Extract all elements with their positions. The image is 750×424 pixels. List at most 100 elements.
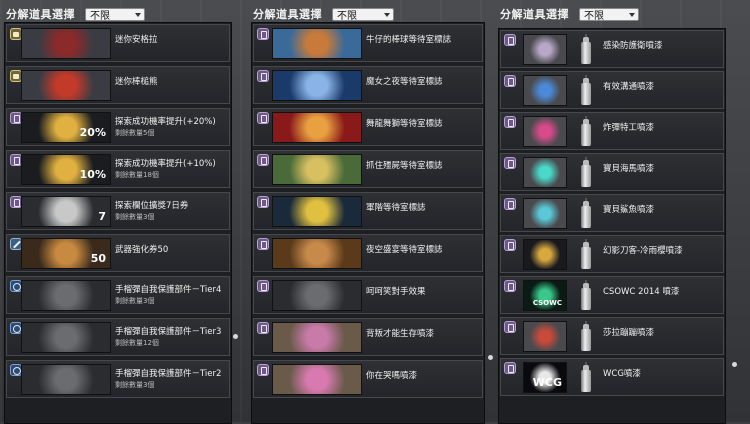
document-icon	[504, 321, 516, 333]
item-name: 手榴彈自我保護部件－Tier2	[115, 369, 222, 379]
item-name: 背叛才能生存噴漆	[366, 329, 435, 339]
scrollbar-thumb[interactable]	[233, 334, 238, 339]
list-item[interactable]: 舞龍舞獅等待室標誌	[253, 108, 483, 146]
document-icon	[504, 116, 516, 128]
document-icon	[257, 280, 269, 292]
list-item[interactable]: 迷你安格拉	[6, 24, 230, 62]
spray-can-icon	[579, 75, 593, 106]
list-item[interactable]: 幻影刀客-冷雨櫻噴漆	[500, 235, 724, 273]
item-name: CSOWC 2014 噴漆	[603, 287, 680, 297]
list-item[interactable]: WCG WCG噴漆	[500, 358, 724, 396]
spray-can-icon	[579, 116, 593, 147]
document-icon	[257, 238, 269, 250]
item-name: 迷你安格拉	[115, 35, 158, 45]
item-thumbnail	[21, 364, 111, 395]
panel-3: 分解道具選擇 不限 感染防護衛噴漆 有效溝通噴漆 炸彈特工噴漆 寶貝海馬噴漆 寶貝鯊魚噴…	[494, 0, 750, 424]
list-item[interactable]: 牛仔的棒球等待室標誌	[253, 24, 483, 62]
list-item[interactable]: 感染防護衛噴漆	[500, 30, 724, 68]
item-thumbnail: 7	[21, 196, 111, 227]
item-remaining-count: 剩餘數量3個	[115, 297, 155, 305]
panel-1: 分解道具選擇 不限 迷你安格拉 迷你棒槌熊 20% 探索成功機率提升(+20%) 剩餘數…	[0, 0, 245, 424]
list-item[interactable]: 莎拉蹦蹦噴漆	[500, 317, 724, 355]
item-thumbnail	[272, 28, 362, 59]
thumbnail-label: 7	[98, 210, 106, 223]
document-icon	[504, 198, 516, 210]
list-item[interactable]: 50 武器強化券50	[6, 234, 230, 272]
scrollbar-thumb[interactable]	[732, 362, 737, 367]
item-thumbnail	[272, 322, 362, 353]
item-name: 手榴彈自我保護部件－Tier4	[115, 285, 222, 295]
list-item[interactable]: 寶貝鯊魚噴漆	[500, 194, 724, 232]
filter-dropdown[interactable]: 不限	[85, 7, 145, 22]
spray-can-icon	[579, 239, 593, 270]
list-item[interactable]: 軍階等待室標誌	[253, 192, 483, 230]
spray-can-icon	[579, 321, 593, 352]
list-item[interactable]: 有效溝通噴漆	[500, 71, 724, 109]
item-name: 炸彈特工噴漆	[603, 123, 655, 133]
item-name: 牛仔的棒球等待室標誌	[366, 35, 452, 45]
filter-dropdown[interactable]: 不限	[332, 7, 394, 22]
list-item[interactable]: 手榴彈自我保護部件－Tier3 剩餘數量12個	[6, 318, 230, 356]
thumbnail-label: WCG	[532, 376, 562, 389]
scrollbar-thumb[interactable]	[488, 355, 493, 360]
thumbnail-label: CSOWC	[532, 299, 562, 307]
document-icon	[504, 280, 516, 292]
item-thumbnail	[21, 70, 111, 101]
spray-can-icon	[579, 34, 593, 65]
document-icon	[504, 362, 516, 374]
item-thumbnail	[272, 238, 362, 269]
item-name: 武器強化券50	[115, 245, 169, 255]
item-thumbnail	[21, 28, 111, 59]
list-item[interactable]: 夜空盛宴等待室標誌	[253, 234, 483, 272]
spray-can-icon	[579, 157, 593, 188]
list-item[interactable]: 手榴彈自我保護部件－Tier2 剩餘數量3個	[6, 360, 230, 398]
chevron-down-icon	[135, 12, 141, 17]
item-thumbnail	[272, 196, 362, 227]
item-name: 軍階等待室標誌	[366, 203, 426, 213]
list-item[interactable]: 炸彈特工噴漆	[500, 112, 724, 150]
item-list[interactable]: 感染防護衛噴漆 有效溝通噴漆炸彈特工噴漆寶貝海馬噴漆寶貝鯊魚噴漆幻影刀客-冷雨櫻噴…	[498, 28, 726, 424]
list-item[interactable]: 背叛才能生存噴漆	[253, 318, 483, 356]
filter-value: 不限	[337, 10, 357, 22]
item-list[interactable]: 牛仔的棒球等待室標誌 魔女之夜等待室標誌舞龍舞獅等待室標誌抓住殭屍等待室標誌 軍階等…	[251, 22, 485, 424]
item-thumbnail	[523, 75, 567, 106]
item-name: 你在哭嗎噴漆	[366, 371, 418, 381]
item-list[interactable]: 迷你安格拉 迷你棒槌熊 20% 探索成功機率提升(+20%) 剩餘數量5個 10% 探索成功…	[4, 22, 232, 424]
list-item[interactable]: 10% 探索成功機率提升(+10%) 剩餘數量18個	[6, 150, 230, 188]
list-item[interactable]: 寶貝海馬噴漆	[500, 153, 724, 191]
list-item[interactable]: CSOWC CSOWC 2014 噴漆	[500, 276, 724, 314]
document-icon	[257, 322, 269, 334]
filter-value: 不限	[90, 10, 110, 22]
thumbnail-label: 20%	[79, 126, 106, 139]
document-icon	[257, 28, 269, 40]
list-item[interactable]: 20% 探索成功機率提升(+20%) 剩餘數量5個	[6, 108, 230, 146]
item-name: 抓住殭屍等待室標誌	[366, 161, 443, 171]
item-thumbnail	[272, 70, 362, 101]
item-name: 幻影刀客-冷雨櫻噴漆	[603, 246, 683, 256]
item-thumbnail	[523, 198, 567, 229]
list-item[interactable]: 呵呵笑對手效果	[253, 276, 483, 314]
list-item[interactable]: 你在哭嗎噴漆	[253, 360, 483, 398]
list-item[interactable]: 抓住殭屍等待室標誌	[253, 150, 483, 188]
list-item[interactable]: 7 探索欄位擴獎7日券 剩餘數量3個	[6, 192, 230, 230]
spray-can-icon	[579, 280, 593, 311]
item-thumbnail: 50	[21, 238, 111, 269]
item-thumbnail: CSOWC	[523, 280, 567, 311]
filter-dropdown[interactable]: 不限	[579, 7, 639, 22]
item-thumbnail	[21, 280, 111, 311]
list-item[interactable]: 魔女之夜等待室標誌	[253, 66, 483, 104]
list-item[interactable]: 迷你棒槌熊	[6, 66, 230, 104]
item-name: 迷你棒槌熊	[115, 77, 158, 87]
item-name: 魔女之夜等待室標誌	[366, 77, 443, 87]
panel-title: 分解道具選擇	[253, 8, 322, 21]
item-name: 寶貝鯊魚噴漆	[603, 205, 655, 215]
chevron-down-icon	[629, 12, 635, 17]
item-thumbnail	[523, 34, 567, 65]
item-name: 探索欄位擴獎7日券	[115, 201, 189, 211]
item-name: 莎拉蹦蹦噴漆	[603, 328, 655, 338]
spray-can-icon	[579, 198, 593, 229]
item-thumbnail	[272, 112, 362, 143]
document-icon	[504, 34, 516, 46]
list-item[interactable]: 手榴彈自我保護部件－Tier4 剩餘數量3個	[6, 276, 230, 314]
item-name: 探索成功機率提升(+20%)	[115, 117, 216, 127]
